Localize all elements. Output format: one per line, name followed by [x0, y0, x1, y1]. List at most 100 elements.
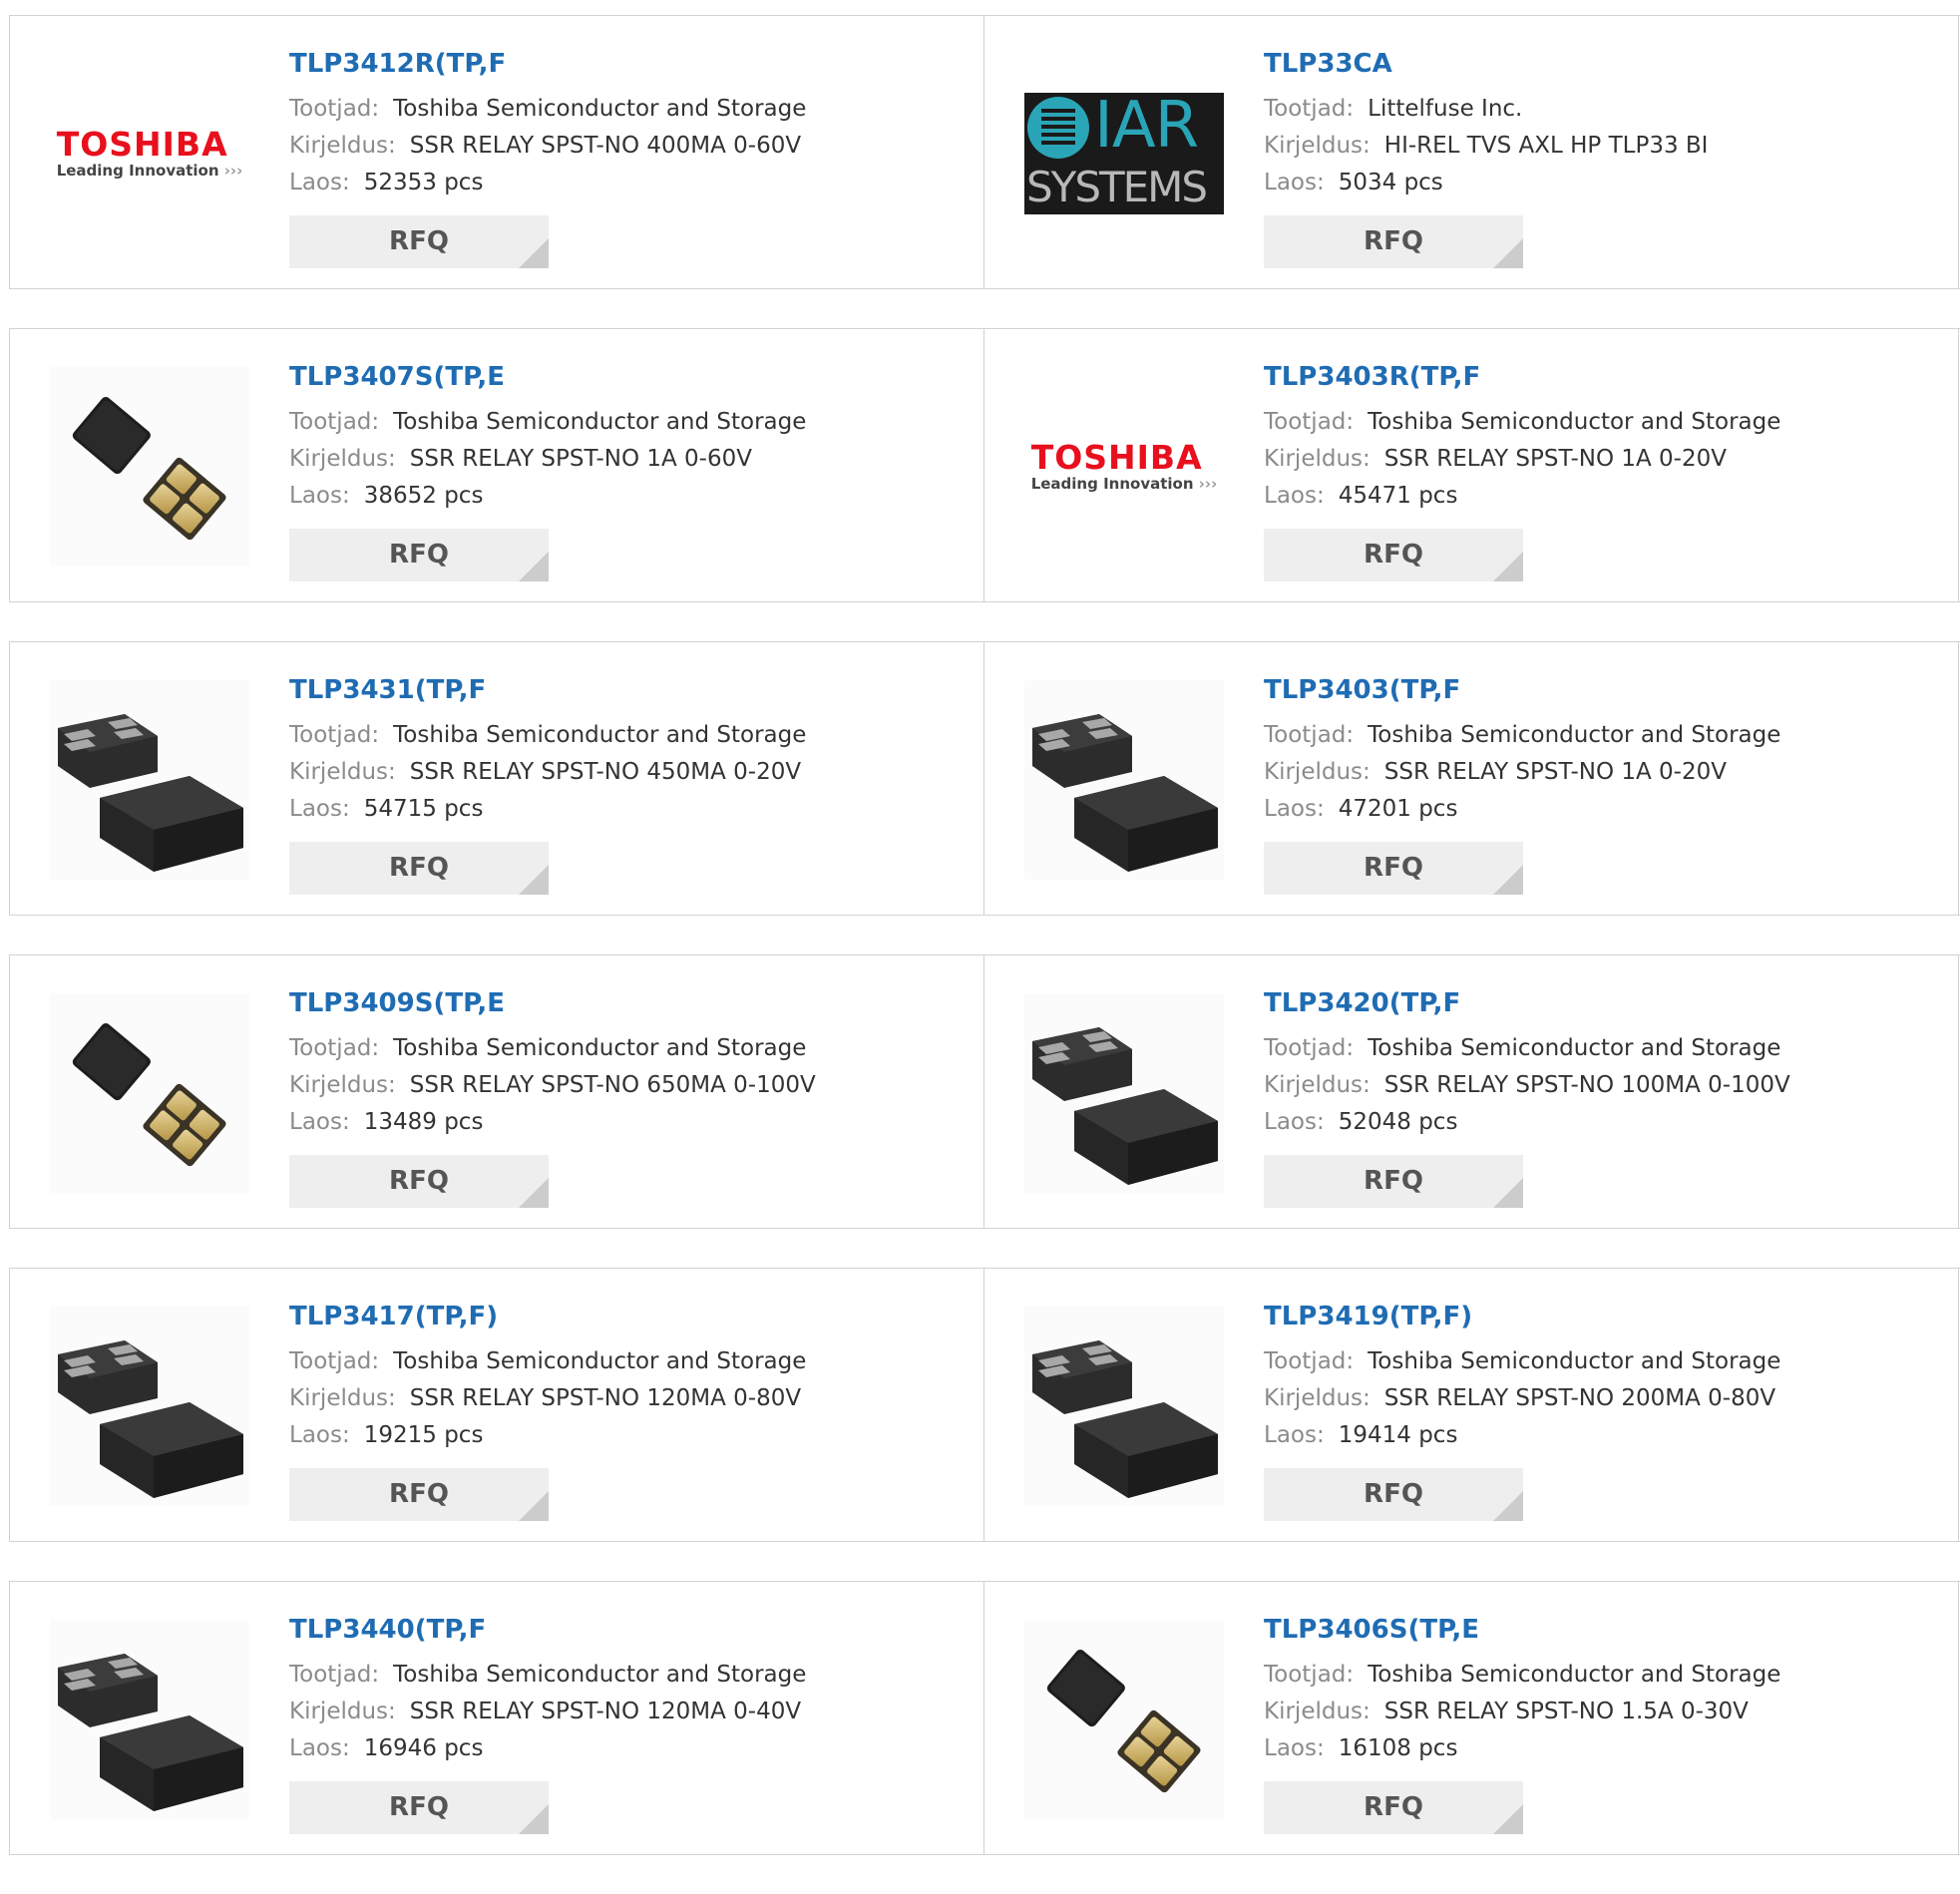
chip-pair-image: [58, 714, 243, 872]
part-number-link[interactable]: TLP3412R(TP,F: [289, 47, 964, 81]
part-number-link[interactable]: TLP3419(TP,F): [1264, 1300, 1938, 1333]
chip-back: [58, 1654, 158, 1727]
toshiba-logo-tagline: Leading Innovation: [1030, 475, 1194, 493]
chip-back: [1032, 714, 1132, 788]
toshiba-logo-arrows: ›››: [223, 162, 243, 180]
description-value: SSR RELAY SPST-NO 650MA 0-100V: [409, 1072, 816, 1098]
part-number-link[interactable]: TLP33CA: [1264, 47, 1938, 81]
manufacturer-label: Tootjad:: [289, 409, 380, 435]
part-number-link[interactable]: TLP3431(TP,F: [289, 673, 964, 707]
description-row: Kirjeldus: SSR RELAY SPST-NO 120MA 0-40V: [289, 1694, 964, 1730]
description-value: SSR RELAY SPST-NO 400MA 0-60V: [409, 133, 802, 159]
product-grid: TOSHIBA Leading Innovation ››› TLP3412R(…: [9, 15, 1960, 1894]
manufacturer-label: Tootjad:: [289, 96, 380, 122]
manufacturer-value: Toshiba Semiconductor and Storage: [393, 1348, 807, 1374]
toshiba-logo-name: TOSHIBA: [1030, 438, 1203, 477]
product-image[interactable]: [1024, 1307, 1224, 1506]
product-card: TLP3403(TP,F Tootjad: Toshiba Semiconduct…: [984, 642, 1959, 915]
product-info: TLP3419(TP,F) Tootjad: Toshiba Semiconduc…: [1264, 1300, 1938, 1521]
rfq-button[interactable]: RFQ: [289, 1468, 549, 1521]
stock-label: Laos:: [289, 170, 350, 195]
part-number-link[interactable]: TLP3406S(TP,E: [1264, 1613, 1938, 1647]
manufacturer-value: Toshiba Semiconductor and Storage: [393, 722, 807, 748]
chip-back: [58, 714, 158, 788]
product-image[interactable]: [50, 680, 249, 880]
description-value: SSR RELAY SPST-NO 1.5A 0-30V: [1383, 1699, 1749, 1724]
product-image[interactable]: IAR SYSTEMS: [1024, 54, 1224, 253]
rfq-button[interactable]: RFQ: [1264, 215, 1523, 268]
chip-back: [58, 1340, 158, 1414]
stock-label: Laos:: [1264, 170, 1325, 195]
rfq-button[interactable]: RFQ: [1264, 842, 1523, 895]
description-label: Kirjeldus:: [289, 133, 396, 159]
rfq-button[interactable]: RFQ: [1264, 1781, 1523, 1834]
product-image[interactable]: [50, 1620, 249, 1819]
chip-front: [100, 776, 243, 872]
stock-value: 38652 pcs: [363, 483, 484, 509]
product-image[interactable]: [1024, 680, 1224, 880]
product-image[interactable]: [50, 1307, 249, 1506]
manufacturer-value: Littelfuse Inc.: [1368, 96, 1523, 122]
product-card: TOSHIBA Leading Innovation ››› TLP3403R(…: [984, 329, 1959, 601]
stock-label: Laos:: [289, 796, 350, 822]
rfq-button[interactable]: RFQ: [289, 529, 549, 581]
chip-top-view: [72, 1023, 151, 1101]
rfq-button[interactable]: RFQ: [289, 215, 549, 268]
part-number-link[interactable]: TLP3417(TP,F): [289, 1300, 964, 1333]
chip-front: [1074, 1402, 1218, 1498]
chip-bottom-view: [143, 457, 226, 541]
manufacturer-label: Tootjad:: [1264, 1662, 1355, 1688]
manufacturer-label: Tootjad:: [289, 1035, 380, 1061]
stock-value: 45471 pcs: [1338, 483, 1458, 509]
product-card: TLP3417(TP,F) Tootjad: Toshiba Semiconduc…: [10, 1269, 984, 1541]
description-value: SSR RELAY SPST-NO 1A 0-20V: [1383, 759, 1727, 785]
description-value: SSR RELAY SPST-NO 120MA 0-80V: [409, 1385, 802, 1411]
product-image[interactable]: [50, 993, 249, 1193]
rfq-button[interactable]: RFQ: [289, 842, 549, 895]
chip-front: [1074, 1089, 1218, 1185]
manufacturer-row: Tootjad: Littelfuse Inc.: [1264, 91, 1938, 128]
part-number-link[interactable]: TLP3409S(TP,E: [289, 986, 964, 1020]
description-label: Kirjeldus:: [289, 1699, 396, 1724]
part-number-link[interactable]: TLP3420(TP,F: [1264, 986, 1938, 1020]
chip-bottom-view: [1117, 1709, 1201, 1793]
manufacturer-value: Toshiba Semiconductor and Storage: [1368, 722, 1781, 748]
product-card: TLP3440(TP,F Tootjad: Toshiba Semiconduct…: [10, 1582, 984, 1854]
manufacturer-label: Tootjad:: [1264, 96, 1355, 122]
stock-row: Laos: 52048 pcs: [1264, 1104, 1938, 1141]
stock-label: Laos:: [1264, 1735, 1325, 1761]
stock-row: Laos: 16946 pcs: [289, 1730, 964, 1767]
part-number-link[interactable]: TLP3403R(TP,F: [1264, 360, 1938, 394]
part-number-link[interactable]: TLP3440(TP,F: [289, 1613, 964, 1647]
stock-value: 47201 pcs: [1338, 796, 1458, 822]
description-row: Kirjeldus: SSR RELAY SPST-NO 1A 0-20V: [1264, 441, 1938, 478]
product-info: TLP33CA Tootjad: Littelfuse Inc. Kirjeldu…: [1264, 47, 1938, 268]
product-image[interactable]: TOSHIBA Leading Innovation ›››: [50, 54, 249, 253]
part-number-link[interactable]: TLP3403(TP,F: [1264, 673, 1938, 707]
product-card: TOSHIBA Leading Innovation ››› TLP3412R(…: [10, 16, 984, 288]
product-image[interactable]: [1024, 993, 1224, 1193]
rfq-button[interactable]: RFQ: [1264, 1468, 1523, 1521]
part-number-link[interactable]: TLP3407S(TP,E: [289, 360, 964, 394]
product-card: TLP3431(TP,F Tootjad: Toshiba Semiconduct…: [10, 642, 984, 915]
product-image[interactable]: [50, 367, 249, 567]
manufacturer-row: Tootjad: Toshiba Semiconductor and Storag…: [289, 717, 964, 754]
product-card: TLP3407S(TP,E Tootjad: Toshiba Semiconduc…: [10, 329, 984, 601]
stock-label: Laos:: [1264, 796, 1325, 822]
stock-row: Laos: 47201 pcs: [1264, 791, 1938, 828]
rfq-button[interactable]: RFQ: [1264, 529, 1523, 581]
manufacturer-value: Toshiba Semiconductor and Storage: [1368, 1662, 1781, 1688]
stock-label: Laos:: [1264, 1422, 1325, 1448]
product-image[interactable]: TOSHIBA Leading Innovation ›››: [1024, 367, 1224, 567]
description-value: SSR RELAY SPST-NO 450MA 0-20V: [409, 759, 802, 785]
manufacturer-label: Tootjad:: [1264, 722, 1355, 748]
rfq-button[interactable]: RFQ: [289, 1781, 549, 1834]
manufacturer-value: Toshiba Semiconductor and Storage: [393, 1662, 807, 1688]
product-image[interactable]: [1024, 1620, 1224, 1819]
rfq-button[interactable]: RFQ: [289, 1155, 549, 1208]
chip-pair-image: [1032, 1027, 1218, 1185]
stock-value: 54715 pcs: [363, 796, 484, 822]
stock-label: Laos:: [1264, 483, 1325, 509]
product-card: IAR SYSTEMS TLP33CA Tootjad: Littelfuse I…: [984, 16, 1959, 288]
rfq-button[interactable]: RFQ: [1264, 1155, 1523, 1208]
